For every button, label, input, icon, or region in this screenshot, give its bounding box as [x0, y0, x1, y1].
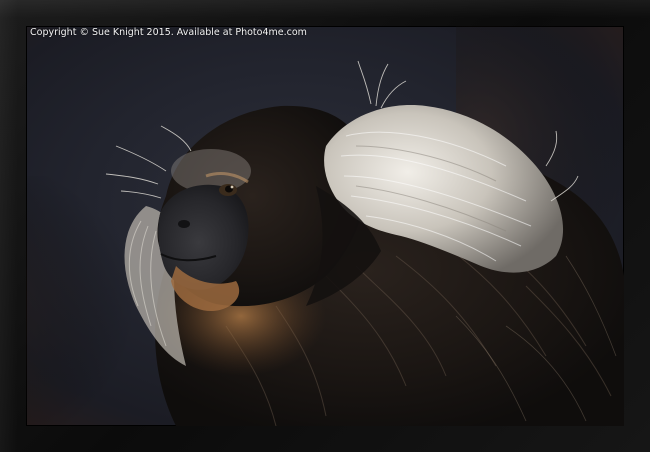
marmoset-photo: Copyright © Sue Knight 2015. Available a… — [26, 26, 624, 426]
copyright-caption: Copyright © Sue Knight 2015. Available a… — [30, 27, 307, 38]
picture-frame: Copyright © Sue Knight 2015. Available a… — [0, 0, 650, 452]
marmoset-icon — [26, 26, 624, 426]
